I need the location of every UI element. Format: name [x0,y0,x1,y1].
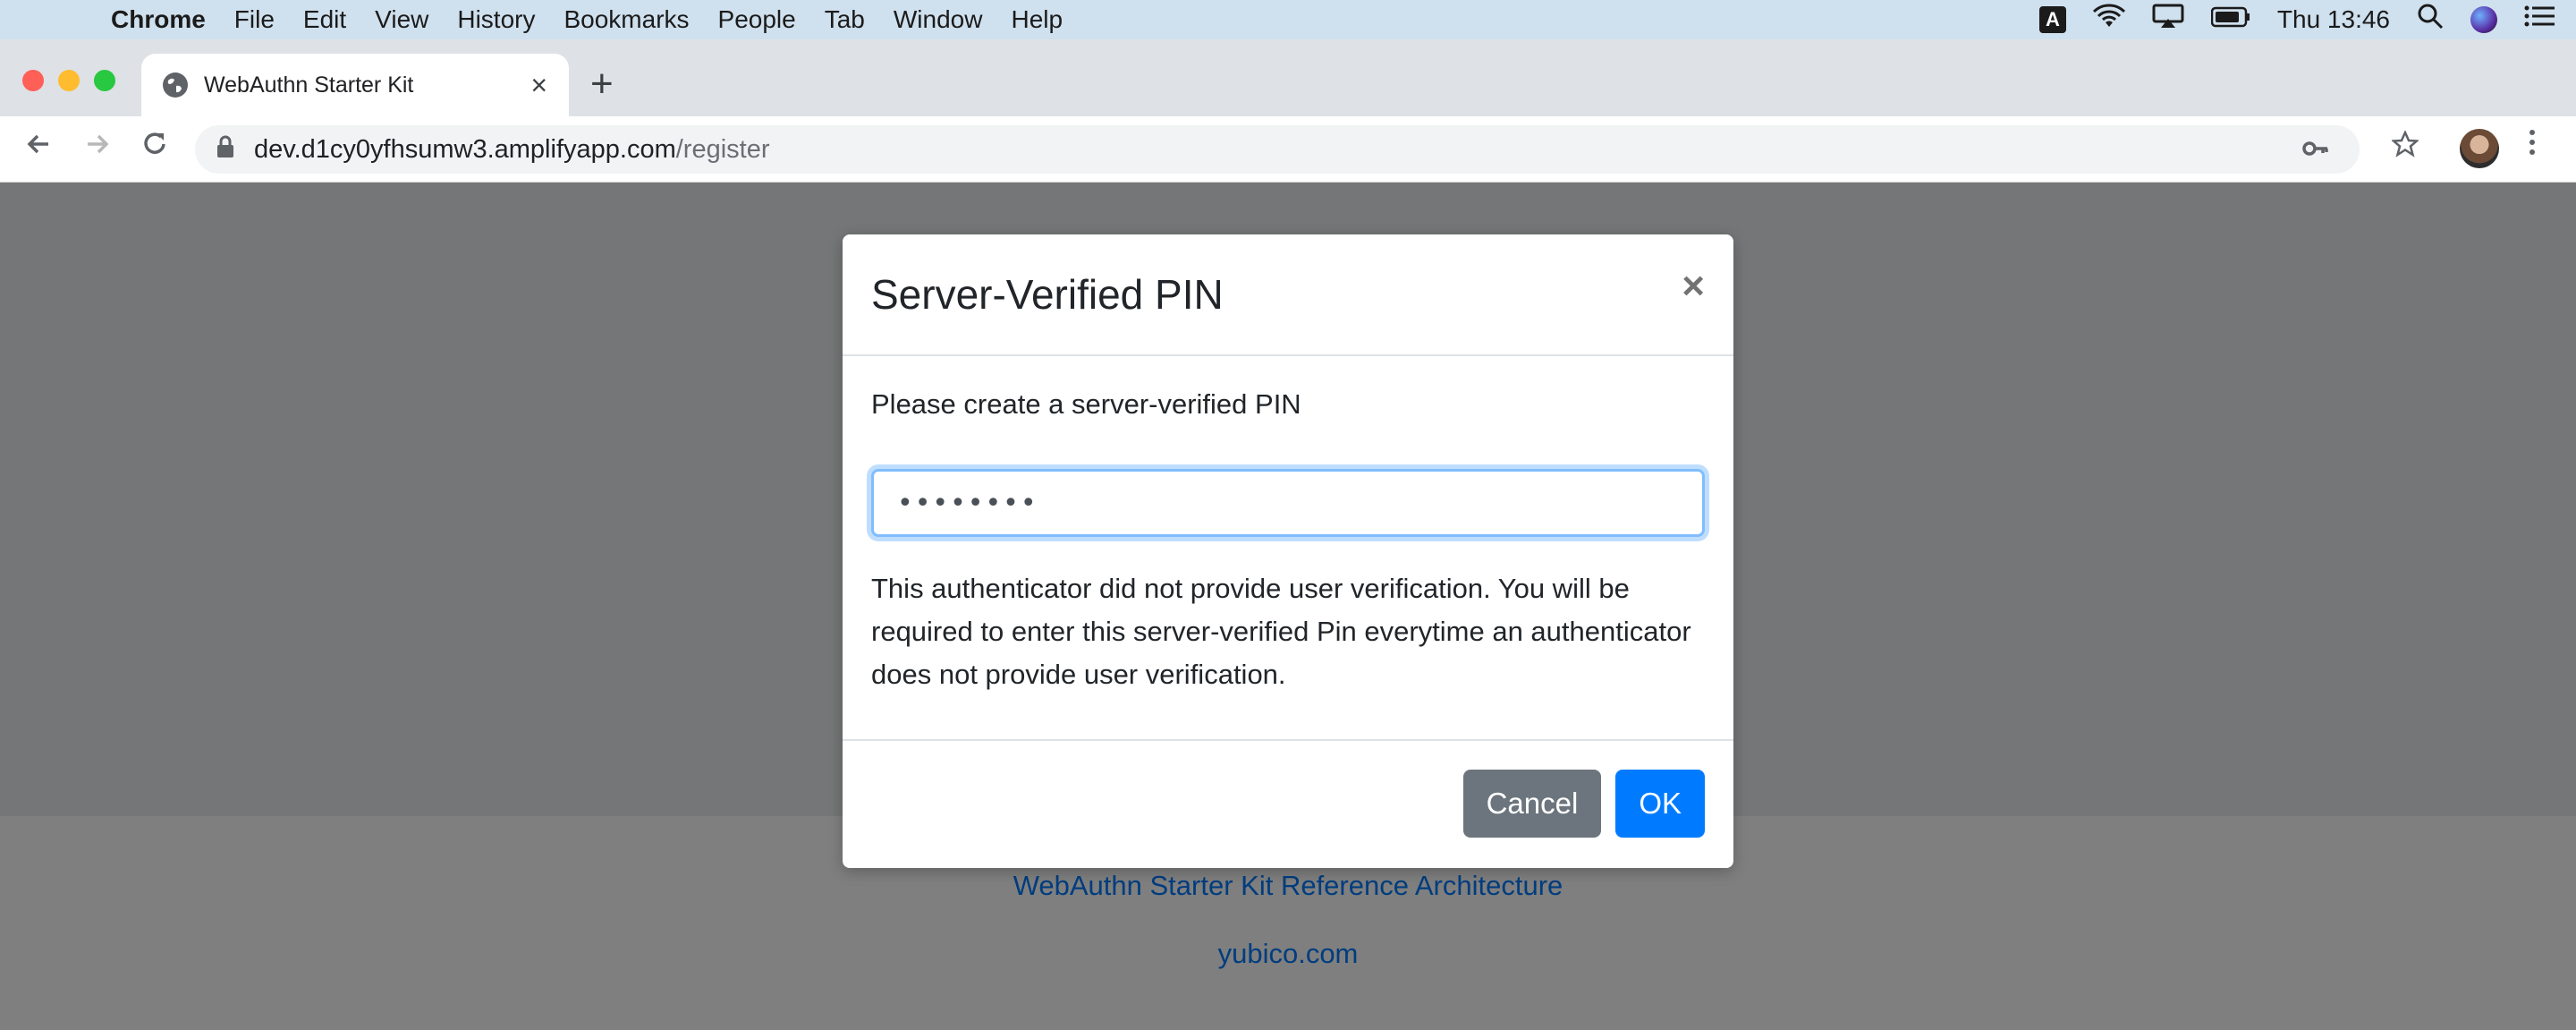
window-minimize-button[interactable] [58,70,80,91]
new-tab-plus-icon[interactable]: + [590,64,614,104]
modal-title: Server-Verified PIN [871,271,1224,318]
menu-app-name[interactable]: Chrome [97,5,220,34]
profile-avatar[interactable] [2460,129,2499,168]
bookmark-star-icon[interactable] [2390,129,2420,163]
tab-close-icon[interactable]: × [530,69,547,102]
modal-footer: Cancel OK [843,741,1733,866]
menu-tab[interactable]: Tab [810,5,879,34]
url-host: dev.d1cy0yfhsumw3.amplifyapp.com [254,134,676,164]
menu-view[interactable]: View [360,5,443,34]
battery-icon[interactable] [2210,4,2250,35]
menu-edit[interactable]: Edit [289,5,360,34]
forward-arrow-icon[interactable] [82,129,113,165]
window-zoom-button[interactable] [94,70,115,91]
modal-close-icon[interactable]: × [1682,267,1705,306]
back-arrow-icon[interactable] [23,129,54,165]
more-menu-icon[interactable] [2528,127,2537,163]
menu-bar-status-area: A Thu 13:46 [2038,0,2576,39]
browser-tab-strip: WebAuthn Starter Kit × + [0,39,2576,116]
menu-bar-clock[interactable]: Thu 13:46 [2277,5,2390,34]
menu-bookmarks[interactable]: Bookmarks [549,5,703,34]
user-verification-note: This authenticator did not provide user … [871,573,1691,690]
ok-button[interactable]: OK [1615,770,1705,838]
browser-tab-active[interactable]: WebAuthn Starter Kit × [141,54,569,116]
modal-header: Server-Verified PIN × [843,234,1733,356]
address-bar[interactable]: dev.d1cy0yfhsumw3.amplifyapp.com/registe… [195,125,2360,174]
input-source-icon[interactable]: A [2038,6,2066,33]
menu-history[interactable]: History [443,5,549,34]
wifi-icon[interactable] [2092,4,2125,36]
pin-input[interactable] [871,469,1705,537]
menu-help[interactable]: Help [996,5,1077,34]
browser-toolbar: dev.d1cy0yfhsumw3.amplifyapp.com/registe… [0,116,2576,183]
airplay-icon[interactable] [2152,4,2184,36]
lock-icon[interactable] [216,135,234,165]
tab-title: WebAuthn Starter Kit [204,72,414,98]
globe-icon [163,72,188,98]
reload-icon[interactable] [140,129,170,165]
menu-file[interactable]: File [220,5,289,34]
key-icon[interactable] [2302,135,2329,164]
pin-prompt-text: Please create a server-verified PIN [871,388,1301,420]
siri-icon[interactable] [2470,6,2497,33]
menu-people[interactable]: People [704,5,810,34]
macos-menu-bar: Chrome File Edit View History Bookmarks … [0,0,2576,39]
modal-body: Please create a server-verified PIN This… [843,356,1733,741]
url-path: /register [675,134,770,164]
spotlight-search-icon[interactable] [2417,3,2444,37]
window-close-button[interactable] [22,70,44,91]
notification-center-icon[interactable] [2524,4,2555,35]
menu-window[interactable]: Window [879,5,997,34]
cancel-button[interactable]: Cancel [1462,770,1602,838]
server-verified-pin-modal: Server-Verified PIN × Please create a se… [843,234,1733,868]
